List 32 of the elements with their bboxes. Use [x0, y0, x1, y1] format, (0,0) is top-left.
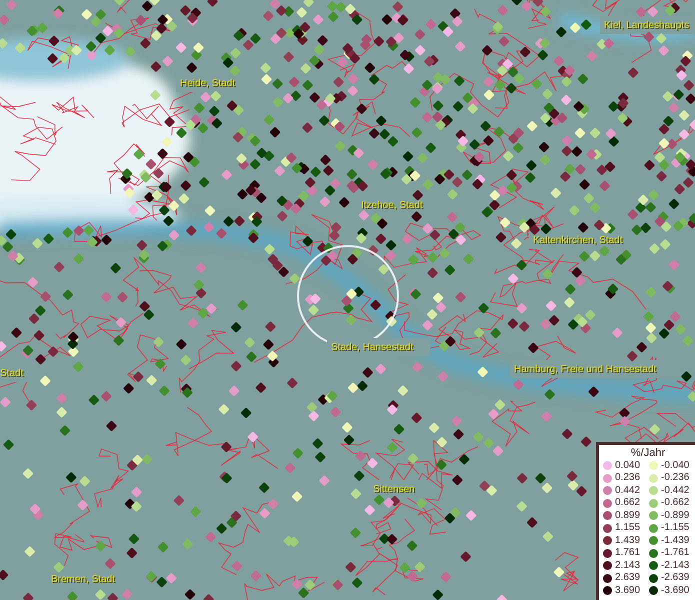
- place-label: Stadt: [0, 368, 24, 380]
- legend-value: -0.662: [661, 497, 690, 510]
- legend-value: 2.143: [615, 560, 640, 572]
- legend-title: %/Jahr: [630, 446, 666, 460]
- legend-value: -0.040: [661, 460, 690, 472]
- legend-value: -0.236: [661, 472, 690, 484]
- legend-value: -3.690: [661, 584, 690, 597]
- legend-value: -1.155: [661, 522, 690, 534]
- legend-value: 1.761: [615, 547, 640, 560]
- legend-value: 0.662: [615, 497, 640, 510]
- legend-value: 2.639: [615, 572, 640, 584]
- legend-value: 0.236: [615, 472, 640, 484]
- place-label: Bremen, Stadt: [51, 574, 115, 586]
- legend-value: 0.899: [615, 510, 640, 522]
- legend-value: -1.439: [661, 534, 690, 547]
- legend-value: 0.040: [615, 460, 640, 472]
- legend-value: -0.442: [661, 484, 690, 497]
- legend-value: -0.899: [661, 510, 690, 522]
- legend-value: -1.761: [661, 547, 690, 560]
- legend-value: 1.439: [615, 534, 640, 547]
- legend-value: -2.143: [661, 560, 690, 572]
- place-label: Stade, Hansestadt: [331, 342, 414, 354]
- place-label: Itzehoe, Stadt: [361, 200, 423, 212]
- place-label: Sittensen: [373, 484, 415, 496]
- place-label: Kaltenkirchen, Stadt: [533, 235, 622, 247]
- place-label: Hamburg, Freie und Hansestadt: [514, 364, 656, 376]
- place-label: Heide, Stadt: [180, 78, 236, 90]
- legend-value: 3.690: [615, 584, 640, 597]
- place-label: Kiel, Landeshaupts: [604, 20, 690, 32]
- legend-value: -2.639: [661, 572, 690, 584]
- legend-value: 1.155: [615, 522, 640, 534]
- legend-value: 0.442: [615, 484, 640, 497]
